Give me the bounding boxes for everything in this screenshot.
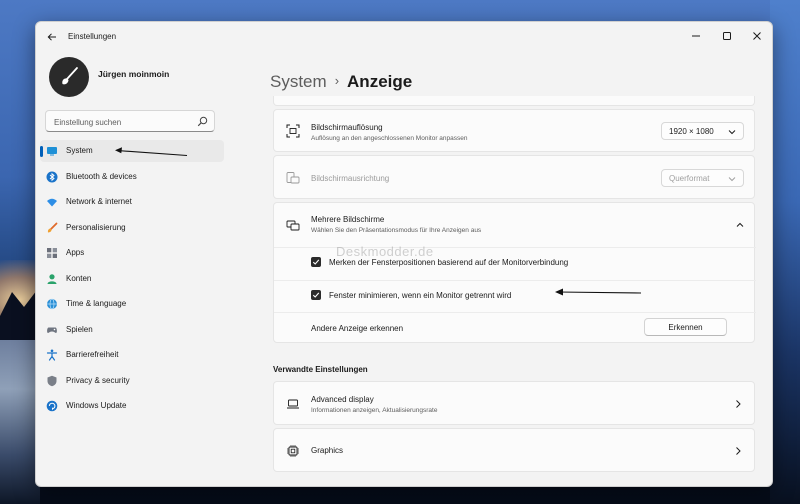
search-input[interactable]	[52, 114, 196, 130]
orientation-card: Bildschirmausrichtung Querformat	[273, 155, 755, 199]
resolution-dropdown[interactable]: 1920 × 1080	[661, 122, 744, 140]
title-bar: Einstellungen	[36, 22, 772, 52]
watermark: Deskmodder.de	[336, 244, 434, 259]
chevron-right-icon	[736, 400, 741, 408]
paintbrush-icon	[62, 67, 78, 85]
maximize-button[interactable]	[712, 26, 742, 46]
breadcrumb: System › Anzeige	[270, 72, 412, 92]
bluetooth-icon	[46, 171, 58, 182]
minimize-windows-checkbox[interactable]	[311, 290, 321, 300]
search-box[interactable]	[45, 110, 215, 132]
graphics-title: Graphics	[311, 446, 344, 455]
shield-icon	[47, 375, 57, 386]
sidebar-item-personalization[interactable]: Personalisierung	[40, 217, 224, 239]
gamepad-icon	[47, 327, 57, 333]
sidebar-item-label: Time & language	[66, 299, 127, 308]
orientation-value: Querformat	[669, 174, 710, 183]
detect-button[interactable]: Erkennen	[644, 318, 727, 336]
sidebar-item-time-language[interactable]: Time & language	[40, 293, 224, 315]
sidebar-item-label: Personalisierung	[66, 222, 126, 232]
wallpaper-right-edge	[770, 0, 800, 504]
chevron-down-icon	[728, 130, 736, 135]
avatar[interactable]	[49, 57, 89, 97]
sidebar-item-apps[interactable]: Apps	[40, 242, 224, 264]
divider	[274, 312, 756, 313]
chip-icon	[287, 445, 299, 457]
resolution-card: Bildschirmauflösung Auflösung an den ang…	[273, 109, 755, 152]
divider	[274, 280, 756, 281]
remember-window-positions-checkbox[interactable]	[311, 257, 321, 267]
resolution-icon	[286, 124, 300, 138]
selection-indicator	[40, 146, 43, 157]
sidebar-item-label: Windows Update	[66, 401, 127, 410]
sidebar-item-bluetooth[interactable]: Bluetooth & devices	[40, 166, 224, 188]
multiple-displays-card: Mehrere Bildschirme Wählen Sie den Präse…	[273, 202, 756, 343]
accessibility-icon	[46, 349, 58, 361]
sidebar-item-accessibility[interactable]: Barrierefreiheit	[40, 344, 224, 366]
resolution-subtitle: Auflösung an den angeschlossenen Monitor…	[311, 135, 468, 142]
brush-icon	[47, 222, 58, 232]
related-settings-heading: Verwandte Einstellungen	[273, 365, 368, 374]
wifi-icon	[47, 198, 57, 207]
sidebar-item-label: Privacy & security	[66, 375, 130, 385]
breadcrumb-separator: ›	[334, 73, 340, 88]
minimize-icon	[692, 35, 700, 37]
laptop-icon	[287, 399, 299, 409]
wallpaper-lake	[0, 340, 40, 504]
apps-icon	[47, 248, 57, 258]
monitor-icon	[47, 147, 57, 156]
resolution-title: Bildschirmauflösung	[311, 123, 383, 132]
resolution-value: 1920 × 1080	[669, 127, 714, 136]
checkmark-icon	[312, 259, 320, 265]
detect-display-label: Andere Anzeige erkennen	[311, 324, 404, 333]
sidebar-item-windows-update[interactable]: Windows Update	[40, 395, 224, 417]
multiple-displays-title: Mehrere Bildschirme	[311, 215, 385, 224]
close-icon	[753, 32, 761, 40]
sidebar-item-privacy[interactable]: Privacy & security	[40, 370, 224, 392]
scrolled-card-fragment	[273, 96, 755, 106]
orientation-dropdown[interactable]: Querformat	[661, 169, 744, 187]
sidebar-item-label: System	[66, 146, 93, 155]
maximize-icon	[723, 32, 731, 40]
profile-name: Jürgen moinmoin	[98, 69, 170, 79]
arrow-left-icon	[47, 33, 56, 41]
checkmark-icon	[312, 292, 320, 298]
sidebar-item-label: Konten	[66, 273, 92, 283]
sidebar-item-gaming[interactable]: Spielen	[40, 319, 224, 341]
person-icon	[47, 273, 57, 284]
sidebar-item-label: Barrierefreiheit	[66, 350, 119, 359]
orientation-title: Bildschirmausrichtung	[311, 174, 390, 183]
app-title: Einstellungen	[68, 32, 117, 41]
chevron-up-icon[interactable]	[736, 221, 744, 229]
advanced-display-subtitle: Informationen anzeigen, Aktualisierungsr…	[311, 407, 438, 414]
minimize-button[interactable]	[681, 26, 711, 46]
multiple-monitors-icon	[286, 220, 300, 231]
update-icon	[46, 400, 58, 412]
advanced-display-card[interactable]: Advanced display Informationen anzeigen,…	[273, 381, 755, 425]
sidebar-item-network[interactable]: Network & internet	[40, 191, 224, 213]
settings-window: Einstellungen Jürgen moinmoin Einstellun…	[35, 21, 773, 487]
sidebar-item-label: Apps	[66, 248, 85, 257]
search-icon[interactable]	[197, 116, 208, 127]
rotate-screen-icon	[286, 172, 300, 184]
sidebar-item-label: Network & internet	[66, 197, 132, 206]
page-title: Anzeige	[347, 72, 413, 91]
annotation-arrow-icon	[115, 147, 188, 157]
back-button[interactable]	[44, 29, 60, 45]
multiple-displays-subtitle: Wählen Sie den Präsentationsmodus für Ih…	[311, 227, 482, 234]
globe-icon	[47, 298, 57, 310]
sidebar-item-accounts[interactable]: Konten	[40, 268, 224, 290]
advanced-display-title: Advanced display	[311, 395, 374, 404]
multiple-displays-header[interactable]: Mehrere Bildschirme Wählen Sie den Präse…	[274, 203, 756, 247]
remember-window-positions-label: Merken der Fensterpositionen basierend a…	[329, 258, 569, 267]
breadcrumb-parent[interactable]: System	[270, 72, 327, 91]
chevron-right-icon	[736, 447, 741, 455]
sidebar-item-label: Bluetooth & devices	[66, 171, 137, 181]
close-button[interactable]	[742, 26, 772, 46]
annotation-arrow-icon	[555, 288, 642, 296]
minimize-windows-label: Fenster minimieren, wenn ein Monitor get…	[329, 291, 512, 300]
chevron-down-icon	[728, 177, 736, 182]
graphics-card[interactable]: Graphics	[273, 428, 755, 472]
sidebar-item-label: Spielen	[66, 324, 93, 334]
